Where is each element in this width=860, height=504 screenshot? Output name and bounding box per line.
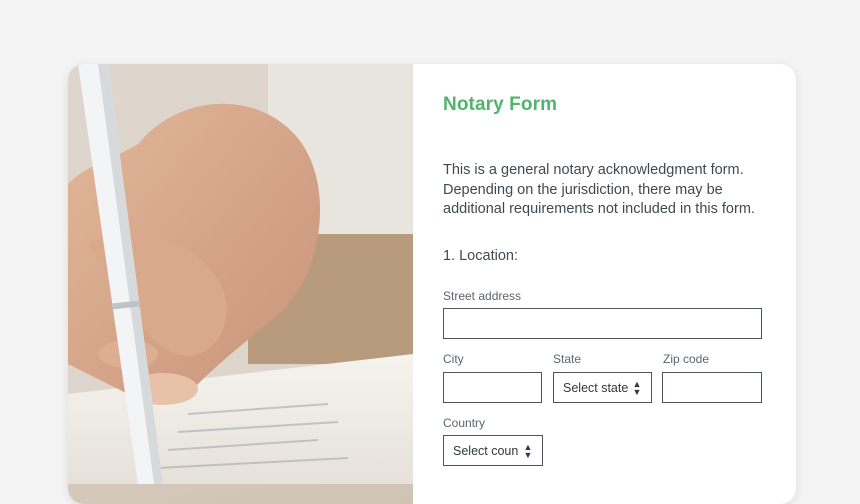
city-label: City <box>443 352 464 366</box>
form-card: Notary Form This is a general notary ack… <box>68 64 796 504</box>
photo-illustration <box>68 64 413 484</box>
country-label: Country <box>443 416 486 430</box>
zip-code-input[interactable] <box>662 372 762 403</box>
country-select[interactable]: Select coun ▲ ▼ <box>443 435 543 466</box>
zip-code-label: Zip code <box>663 352 710 366</box>
state-select[interactable]: Select state ▲ ▼ <box>553 372 652 403</box>
form-title: Notary Form <box>443 94 558 115</box>
form-description: This is a general notary acknowledgment … <box>443 162 755 217</box>
notary-signing-photo <box>68 64 413 504</box>
city-input[interactable] <box>443 372 542 403</box>
street-address-input[interactable] <box>443 308 762 339</box>
updown-chevron-icon: ▲ ▼ <box>523 441 533 460</box>
state-label: State <box>553 352 582 366</box>
updown-chevron-icon: ▲ ▼ <box>632 378 642 397</box>
street-address-label: Street address <box>443 289 522 303</box>
state-select-value: Select state <box>563 380 629 395</box>
section-location-heading: 1. Location: <box>443 248 518 264</box>
country-select-value: Select coun <box>453 443 519 458</box>
